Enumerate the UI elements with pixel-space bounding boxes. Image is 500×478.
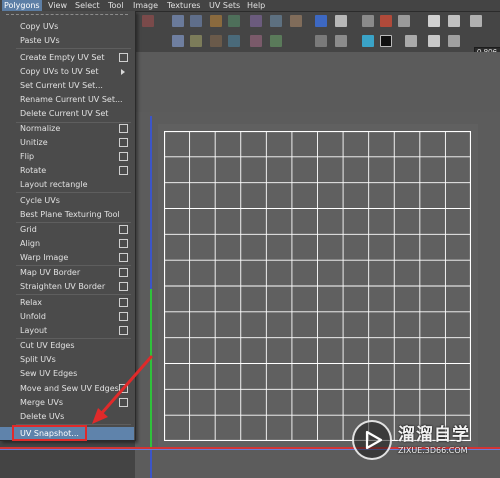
- uv-scale-icon[interactable]: [190, 15, 202, 27]
- menu-tool[interactable]: Tool: [106, 0, 126, 11]
- uv-relax-icon[interactable]: [270, 35, 282, 47]
- uv-select-icon[interactable]: [172, 35, 184, 47]
- uv-tool-icon[interactable]: [142, 15, 154, 27]
- option-box-icon[interactable]: [119, 253, 128, 262]
- option-box-icon[interactable]: [119, 298, 128, 307]
- pie-icon[interactable]: [448, 15, 460, 27]
- watermark-title: 溜溜自学: [398, 425, 470, 445]
- uv-grid[interactable]: [164, 131, 471, 441]
- option-box-icon[interactable]: [119, 138, 128, 147]
- option-box-icon[interactable]: [119, 312, 128, 321]
- menu-item-set-current-uv-set[interactable]: Set Current UV Set...: [0, 79, 134, 92]
- panel-background: [135, 52, 500, 112]
- option-box-icon[interactable]: [119, 124, 128, 133]
- uv-lattice-icon[interactable]: [190, 35, 202, 47]
- watermark-subtitle: ZIXUE.3D66.COM: [398, 446, 468, 455]
- option-box-icon[interactable]: [119, 268, 128, 277]
- menu-item-flip[interactable]: Flip: [0, 150, 134, 163]
- uv-layout-icon[interactable]: [250, 35, 262, 47]
- menu-separator: [16, 48, 131, 49]
- v-axis-green-line: [150, 289, 152, 447]
- option-box-icon[interactable]: [119, 398, 128, 407]
- menu-item-sew-uv-edges[interactable]: Sew UV Edges: [0, 367, 134, 380]
- menu-item-paste-uvs[interactable]: Paste UVs: [0, 34, 134, 47]
- option-box-icon[interactable]: [119, 53, 128, 62]
- option-box-icon[interactable]: [119, 225, 128, 234]
- annotation-highlight-box: [12, 425, 87, 441]
- menu-separator: [16, 294, 131, 295]
- uv-rotate-icon[interactable]: [228, 15, 240, 27]
- texture-borders-icon[interactable]: [470, 15, 482, 27]
- menu-item-align[interactable]: Align: [0, 237, 134, 250]
- uv-smudge-icon[interactable]: [210, 35, 222, 47]
- menu-item-layout[interactable]: Layout: [0, 324, 134, 337]
- menu-separator: [16, 192, 131, 193]
- menu-item-cycle-uvs[interactable]: Cycle UVs: [0, 194, 134, 207]
- menu-select[interactable]: Select: [73, 0, 102, 11]
- uv-sew-icon[interactable]: [270, 15, 282, 27]
- menu-item-rename-current-uv-set[interactable]: Rename Current UV Set...: [0, 93, 134, 106]
- option-box-icon[interactable]: [119, 384, 128, 393]
- option-box-icon[interactable]: [119, 239, 128, 248]
- display-icon[interactable]: [335, 35, 347, 47]
- menu-item-delete-current-uv-set[interactable]: Delete Current UV Set: [0, 107, 134, 120]
- uv-move-icon[interactable]: [172, 15, 184, 27]
- option-box-icon[interactable]: [119, 166, 128, 175]
- menu-item-copy-uvs[interactable]: Copy UVs: [0, 20, 134, 33]
- uv-unfold-icon[interactable]: [228, 35, 240, 47]
- image-display-icon[interactable]: [315, 15, 327, 27]
- snap-icon[interactable]: [398, 15, 410, 27]
- menu-tearoff[interactable]: [6, 14, 128, 17]
- menu-item-cut-uv-edges[interactable]: Cut UV Edges: [0, 339, 134, 352]
- grid-icon[interactable]: [362, 15, 374, 27]
- shade-uv-icon[interactable]: [428, 15, 440, 27]
- option-box-icon[interactable]: [119, 282, 128, 291]
- menu-item-warp-image[interactable]: Warp Image: [0, 251, 134, 264]
- option-box-icon[interactable]: [119, 326, 128, 335]
- menu-item-create-empty-uv-set[interactable]: Create Empty UV Set: [0, 51, 134, 64]
- menu-item-best-plane-texturing-tool[interactable]: Best Plane Texturing Tool: [0, 208, 134, 221]
- menu-item-normalize[interactable]: Normalize: [0, 122, 134, 135]
- menu-item-copy-uvs-to-uv-set[interactable]: Copy UVs to UV Set: [0, 65, 134, 78]
- menu-polygons[interactable]: Polygons: [2, 0, 42, 11]
- menu-item-split-uvs[interactable]: Split UVs: [0, 353, 134, 366]
- alpha-channel-icon[interactable]: [380, 35, 392, 47]
- menu-item-rotate[interactable]: Rotate: [0, 164, 134, 177]
- uv-cut-icon[interactable]: [250, 15, 262, 27]
- uv-grid-lines: [164, 131, 471, 441]
- menu-view[interactable]: View: [46, 0, 69, 11]
- menu-item-relax[interactable]: Relax: [0, 296, 134, 309]
- menu-item-delete-uvs[interactable]: Delete UVs: [0, 410, 134, 423]
- uv-align-icon[interactable]: [290, 15, 302, 27]
- menu-item-unitize[interactable]: Unitize: [0, 136, 134, 149]
- exposure-icon[interactable]: [405, 35, 417, 47]
- menu-textures[interactable]: Textures: [165, 0, 202, 11]
- frame-icon[interactable]: [315, 35, 327, 47]
- rgb-channels-icon[interactable]: [362, 35, 374, 47]
- watermark-logo: [352, 420, 392, 460]
- submenu-arrow-icon: [121, 69, 125, 75]
- menu-item-unfold[interactable]: Unfold: [0, 310, 134, 323]
- menu-item-layout-rectangle[interactable]: Layout rectangle: [0, 178, 134, 191]
- menu-image[interactable]: Image: [131, 0, 160, 11]
- magnet-icon[interactable]: [380, 15, 392, 27]
- gamma-icon[interactable]: [448, 35, 460, 47]
- menu-item-move-and-sew-uv-edges[interactable]: Move and Sew UV Edges: [0, 382, 134, 395]
- menu-item-grid[interactable]: Grid: [0, 223, 134, 236]
- menu-item-straighten-uv-border[interactable]: Straighten UV Border: [0, 280, 134, 293]
- menu-item-map-uv-border[interactable]: Map UV Border: [0, 266, 134, 279]
- option-box-icon[interactable]: [119, 152, 128, 161]
- play-icon: [365, 430, 383, 450]
- menu-uv-sets[interactable]: UV Sets: [207, 0, 242, 11]
- watermark: 溜溜自学 ZIXUE.3D66.COM: [352, 416, 492, 468]
- isolate-icon[interactable]: [428, 35, 440, 47]
- checker-icon[interactable]: [335, 15, 347, 27]
- uv-flip-icon[interactable]: [210, 15, 222, 27]
- menu-help[interactable]: Help: [245, 0, 267, 11]
- polygons-dropdown-menu: Copy UVs Paste UVs Create Empty UV Set C…: [0, 11, 136, 441]
- menu-item-merge-uvs[interactable]: Merge UVs: [0, 396, 134, 409]
